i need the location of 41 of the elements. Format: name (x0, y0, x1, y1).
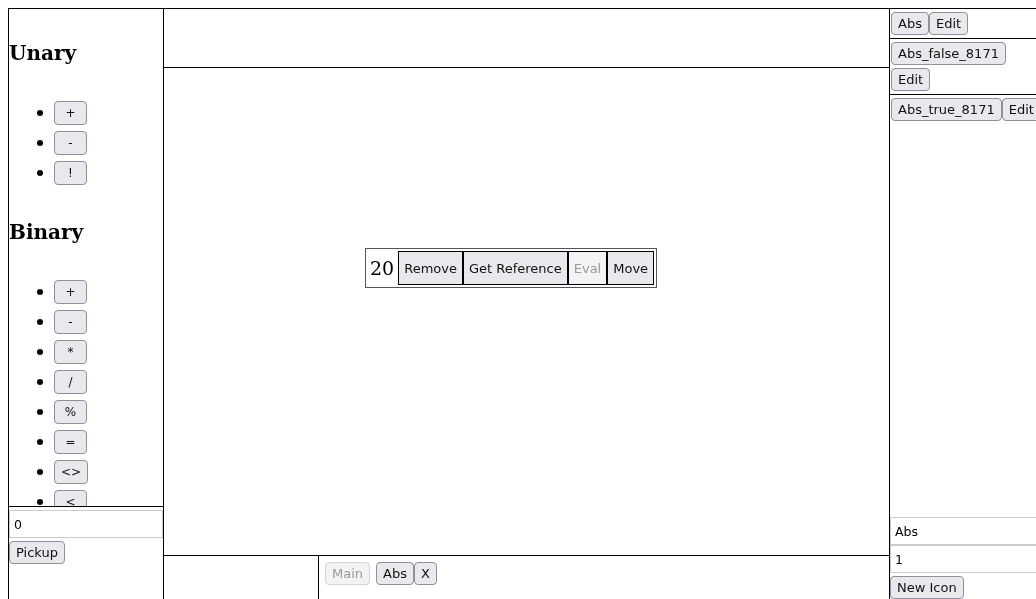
name-field[interactable]: Abs (890, 517, 1036, 545)
node-button[interactable]: Get Reference (462, 251, 568, 285)
operator-button[interactable]: = (54, 430, 87, 454)
tab[interactable]: Abs (376, 562, 414, 585)
number-field[interactable]: 0 (9, 510, 163, 538)
new-icon-button[interactable]: New Icon (890, 576, 964, 599)
operator-button[interactable]: < (54, 490, 87, 506)
bullet-icon (37, 439, 43, 445)
node-button[interactable]: Remove (398, 251, 463, 285)
section-heading: Binary (9, 220, 85, 244)
operator-button[interactable]: + (54, 101, 87, 125)
node-value: 20 (369, 257, 396, 279)
number-field[interactable]: 1 (890, 545, 1036, 573)
function-button[interactable]: Abs_true_8171 (891, 98, 1002, 121)
function-button[interactable]: Abs (891, 12, 929, 35)
bullet-icon (37, 289, 43, 295)
bullet-icon (37, 379, 43, 385)
operator-button[interactable]: - (54, 310, 87, 334)
edit-button[interactable]: Edit (1001, 98, 1036, 121)
operator-button[interactable]: ! (54, 161, 87, 185)
section-heading: Unary (9, 41, 78, 65)
bullet-icon (37, 319, 43, 325)
edit-button[interactable]: Edit (928, 12, 969, 35)
function-button[interactable]: Abs_false_8171 (891, 42, 1006, 65)
pickup-button[interactable]: Pickup (9, 541, 65, 564)
bullet-icon (37, 469, 43, 475)
bullet-icon (37, 409, 43, 415)
bullet-icon (37, 349, 43, 355)
operator-button[interactable]: * (54, 340, 87, 364)
close-button[interactable]: X (413, 562, 437, 585)
edit-button[interactable]: Edit (891, 68, 931, 91)
operator-button[interactable]: / (54, 370, 87, 394)
node-button[interactable]: Move (607, 251, 655, 285)
bullet-icon (37, 110, 43, 116)
bullet-icon (37, 140, 43, 146)
operator-button[interactable]: <> (54, 460, 89, 484)
operator-button[interactable]: + (54, 280, 87, 304)
bullet-icon (37, 170, 43, 176)
bullet-icon (37, 499, 43, 505)
operator-button[interactable]: - (54, 131, 87, 155)
operator-button[interactable]: % (54, 400, 87, 424)
